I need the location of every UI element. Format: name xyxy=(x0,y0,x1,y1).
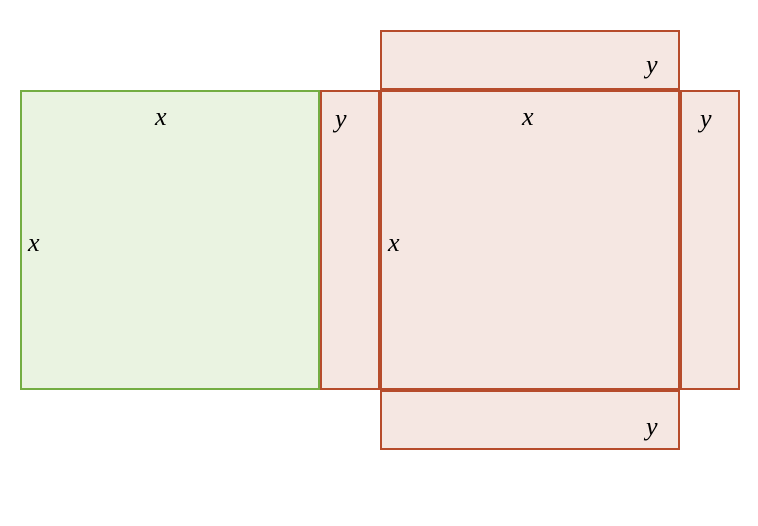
label-green-top-x: x xyxy=(155,104,167,130)
label-green-left-x: x xyxy=(28,230,40,256)
green-square xyxy=(20,90,320,390)
label-top-flap-y: y xyxy=(646,52,658,78)
rust-left-flap xyxy=(320,90,380,390)
label-bottom-flap-y: y xyxy=(646,414,658,440)
rust-bottom-flap xyxy=(380,390,680,450)
label-left-flap-y: y xyxy=(335,106,347,132)
label-center-left-x: x xyxy=(388,230,400,256)
diagram-stage: x x y x x y y y xyxy=(0,0,758,526)
label-right-flap-y: y xyxy=(700,106,712,132)
rust-top-flap xyxy=(380,30,680,90)
label-center-top-x: x xyxy=(522,104,534,130)
rust-center-square xyxy=(380,90,680,390)
rust-right-flap xyxy=(680,90,740,390)
